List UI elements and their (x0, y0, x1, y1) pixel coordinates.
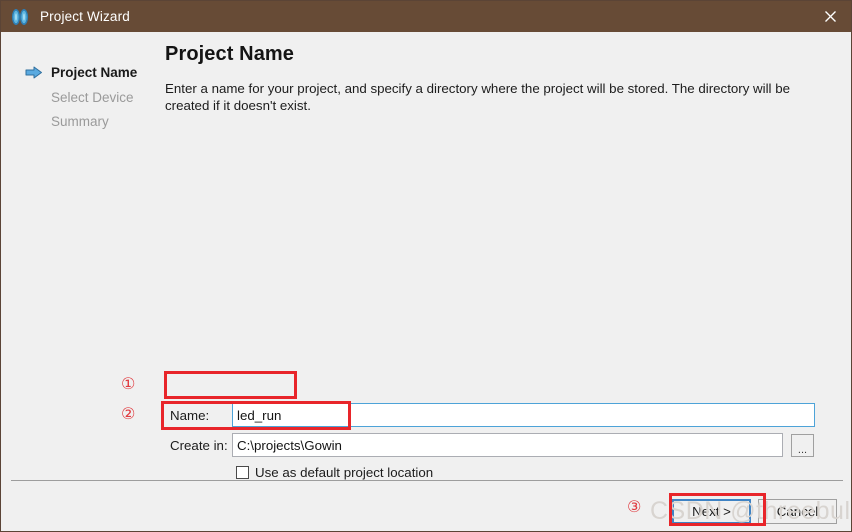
next-button-label: Next > (692, 504, 731, 519)
ellipsis-icon: ... (797, 443, 808, 456)
dialog-content: Project Name Select Device Summary Proje… (1, 32, 851, 531)
gowin-diamond-logo-icon (10, 8, 30, 26)
arrow-right-icon (25, 66, 43, 79)
next-button[interactable]: Next > (672, 499, 751, 524)
name-input[interactable] (232, 403, 815, 427)
default-location-checkbox-row[interactable]: Use as default project location (236, 465, 433, 480)
cancel-button-label: Cancel (776, 504, 819, 519)
sidebar-item-summary[interactable]: Summary (51, 112, 109, 130)
create-in-input[interactable] (232, 433, 783, 457)
create-in-field-label: Create in: (170, 437, 228, 453)
project-wizard-window: Project Wizard Project Name Select Devic… (0, 0, 852, 532)
create-in-field-row: Create in: ... (170, 433, 814, 457)
close-icon[interactable] (807, 1, 851, 32)
default-location-checkbox[interactable] (236, 466, 249, 479)
name-field-row: Name: (170, 403, 815, 427)
window-title: Project Wizard (40, 9, 130, 24)
sidebar-item-select-device[interactable]: Select Device (51, 88, 134, 106)
sidebar-item-label: Summary (51, 113, 109, 129)
title-bar: Project Wizard (1, 1, 851, 32)
sidebar-item-project-name[interactable]: Project Name (25, 63, 137, 81)
cancel-button[interactable]: Cancel (758, 499, 837, 524)
page-description: Enter a name for your project, and speci… (165, 81, 790, 113)
page-title: Project Name (165, 43, 295, 65)
default-location-label: Use as default project location (255, 465, 434, 480)
sidebar-item-label: Project Name (51, 64, 138, 80)
footer-separator (11, 480, 843, 481)
browse-directory-button[interactable]: ... (791, 433, 814, 457)
dialog-button-bar: Next > Cancel (1, 492, 851, 531)
project-form: Name: Create in: ... Use as default proj… (1, 373, 851, 493)
sidebar-item-label: Select Device (51, 89, 134, 105)
name-field-label: Name: (170, 407, 210, 423)
